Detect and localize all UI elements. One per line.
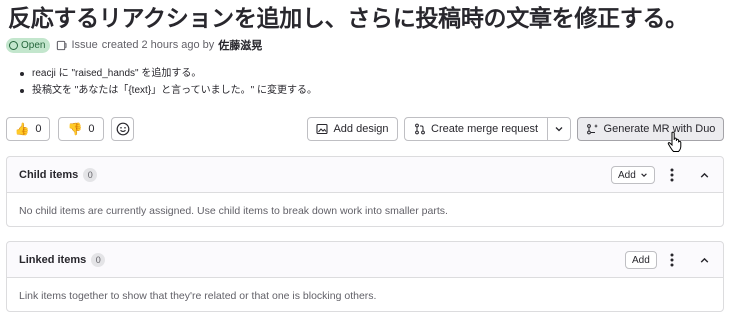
- issue-type-icon: [57, 40, 68, 50]
- thumbs-down-count: 0: [88, 123, 95, 135]
- status-label: Open: [21, 39, 46, 51]
- description-item: 投稿文を "あなたは「{text}」と言っていました。" に変更する。: [20, 82, 317, 99]
- smiley-icon: [116, 122, 129, 136]
- child-items-add-dropdown[interactable]: Add: [611, 166, 655, 184]
- issue-meta: Open Issue created 2 hours ago by 佐藤滋晃: [6, 37, 262, 53]
- child-items-count: 0: [83, 167, 98, 182]
- created-text: created 2 hours ago by: [101, 39, 215, 51]
- description-item: reacji に "raised_hands" を追加する。: [20, 65, 317, 82]
- duo-icon: [586, 124, 598, 135]
- create-merge-request-label: Create merge request: [431, 123, 538, 135]
- open-status-icon: [9, 40, 18, 50]
- generate-mr-with-duo-button[interactable]: Generate MR with Duo: [577, 117, 724, 141]
- chevron-up-icon: [700, 172, 708, 178]
- child-items-empty-state: No child items are currently assigned. U…: [7, 193, 723, 226]
- issue-type-label: Issue: [71, 39, 98, 51]
- thumbs-up-icon: 👍: [14, 122, 30, 136]
- chevron-down-icon: [641, 173, 647, 177]
- child-items-collapse-toggle[interactable]: [695, 166, 713, 184]
- status-badge: Open: [6, 37, 51, 53]
- hand-cursor-icon: [667, 131, 682, 152]
- chevron-up-icon: [700, 257, 708, 263]
- linked-items-collapse-toggle[interactable]: [695, 251, 713, 269]
- linked-items-add-button[interactable]: Add: [625, 251, 657, 269]
- thumbs-down-button[interactable]: 👎 0: [58, 117, 104, 141]
- thumbs-up-count: 0: [35, 123, 42, 135]
- create-merge-request-button[interactable]: Create merge request: [404, 117, 548, 141]
- generate-mr-label: Generate MR with Duo: [603, 123, 716, 135]
- thumbs-up-button[interactable]: 👍 0: [6, 117, 50, 141]
- merge-request-icon: [415, 123, 425, 135]
- child-items-add-label: Add: [618, 169, 636, 181]
- chevron-down-icon: [555, 127, 563, 132]
- child-items-more-actions[interactable]: [664, 166, 680, 184]
- issue-description: reacji に "raised_hands" を追加する。 投稿文を "あなた…: [20, 65, 317, 99]
- linked-items-add-label: Add: [632, 254, 650, 266]
- page-title: 反応するリアクションを追加し、さらに投稿時の文章を修正する。: [8, 6, 688, 32]
- add-design-label: Add design: [333, 123, 389, 135]
- child-items-header: Child items 0 Add: [7, 157, 723, 193]
- add-reaction-button[interactable]: [111, 117, 134, 141]
- thumbs-down-icon: 👎: [67, 122, 83, 136]
- author-link[interactable]: 佐藤滋晃: [218, 37, 262, 53]
- linked-items-title: Linked items: [19, 253, 87, 266]
- merge-request-dropdown-toggle[interactable]: [547, 117, 571, 141]
- linked-items-header: Linked items 0 Add: [7, 242, 723, 278]
- kebab-icon: [670, 168, 674, 182]
- linked-items-empty-state: Link items together to show that they're…: [7, 278, 723, 311]
- linked-items-more-actions[interactable]: [664, 251, 680, 269]
- child-items-title: Child items: [19, 168, 79, 181]
- linked-items-count: 0: [91, 252, 106, 267]
- kebab-icon: [670, 253, 674, 267]
- child-items-card: Child items 0 Add No child items are cur…: [6, 156, 724, 227]
- image-icon: [316, 123, 329, 135]
- add-design-button[interactable]: Add design: [307, 117, 398, 141]
- linked-items-card: Linked items 0 Add Link items together t…: [6, 241, 724, 312]
